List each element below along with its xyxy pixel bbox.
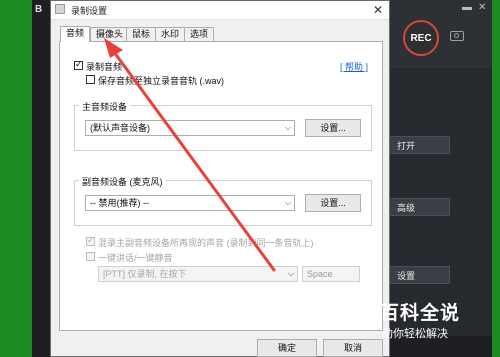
annotation-arrow-shaft	[112, 50, 276, 272]
watermark-logo-icon	[348, 298, 376, 326]
watermark-title: 百科全说	[380, 303, 461, 324]
watermark-subtitle: 助你轻松解决	[382, 328, 448, 340]
tab-audio[interactable]: 音频	[60, 26, 91, 42]
annotation-arrow-head	[104, 38, 123, 58]
watermark: 百科全说 助你轻松解决	[348, 294, 498, 348]
